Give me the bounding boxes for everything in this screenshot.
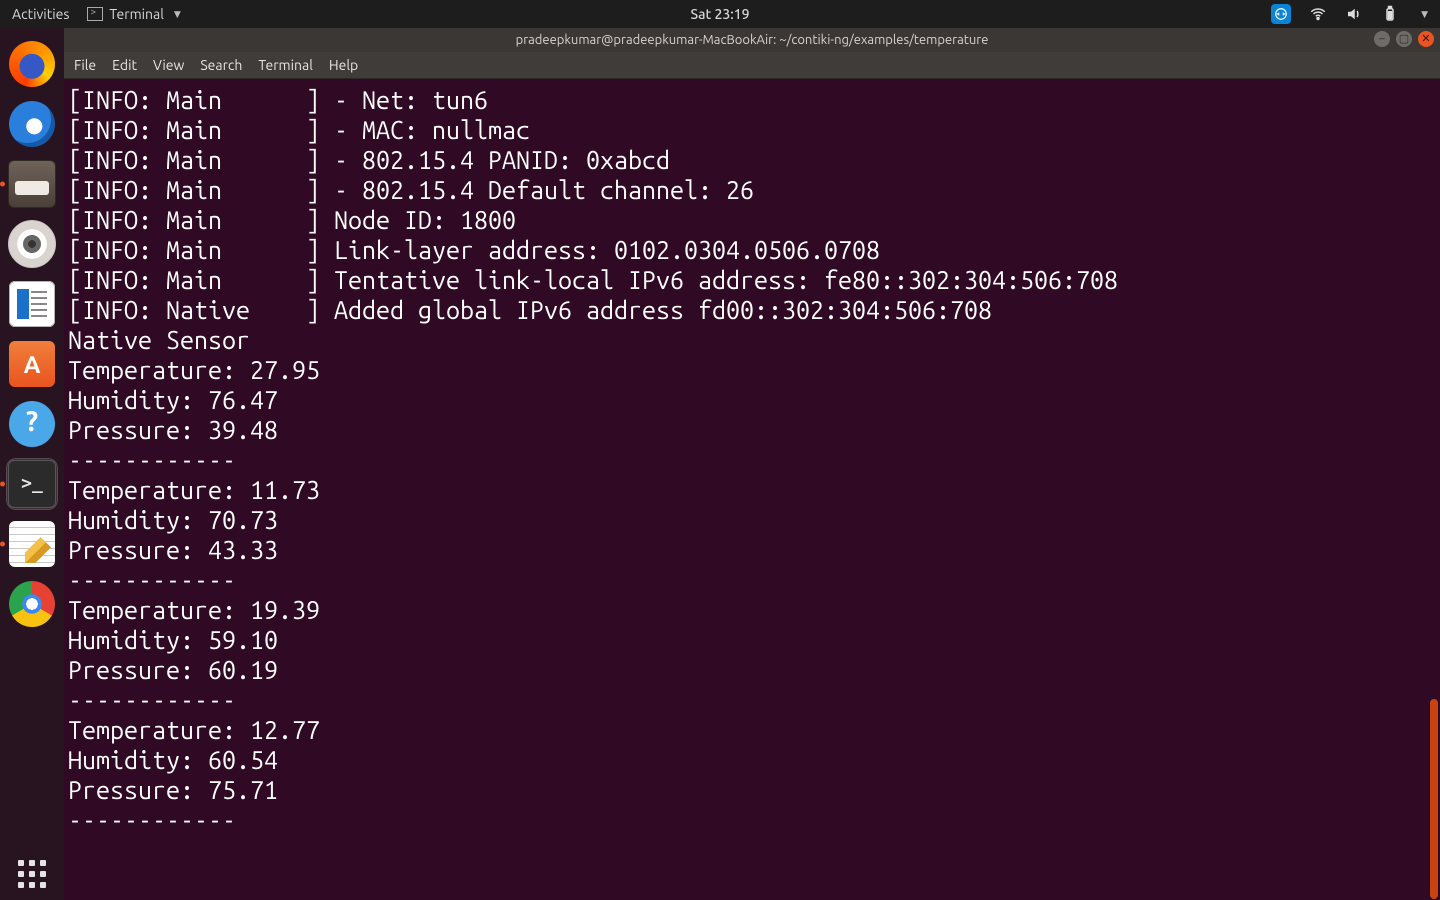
dock-text-editor[interactable]: [6, 518, 58, 570]
gnome-top-panel: Activities Terminal ▼ Sat 23:19 ▼: [0, 0, 1440, 28]
rhythmbox-icon: [8, 220, 56, 268]
dock-terminal[interactable]: [6, 458, 58, 510]
window-maximize-button[interactable]: ▢: [1396, 31, 1412, 47]
running-indicator-icon: [0, 482, 5, 487]
dock-ubuntu-software[interactable]: [6, 338, 58, 390]
dock-chrome[interactable]: [6, 578, 58, 630]
activities-button[interactable]: Activities: [12, 6, 69, 22]
terminal-icon: [8, 460, 56, 508]
firefox-icon: [9, 41, 55, 87]
window-titlebar[interactable]: pradeepkumar@pradeepkumar-MacBookAir: ~/…: [64, 28, 1440, 52]
running-indicator-icon: [0, 542, 5, 547]
text-editor-icon: [9, 521, 55, 567]
menu-search[interactable]: Search: [200, 57, 242, 73]
dock-files[interactable]: [6, 158, 58, 210]
menu-terminal[interactable]: Terminal: [258, 57, 313, 73]
running-indicator-icon: [0, 182, 5, 187]
system-menu-chevron-icon[interactable]: ▼: [1421, 9, 1428, 20]
ubuntu-dock: [0, 28, 64, 900]
terminal-icon: [87, 7, 103, 21]
dock-help[interactable]: [6, 398, 58, 450]
help-icon: [9, 401, 55, 447]
show-applications-button[interactable]: [18, 860, 46, 888]
dock-rhythmbox[interactable]: [6, 218, 58, 270]
thunderbird-icon: [9, 101, 55, 147]
chrome-icon: [9, 581, 55, 627]
menu-edit[interactable]: Edit: [112, 57, 137, 73]
dock-thunderbird[interactable]: [6, 98, 58, 150]
menu-help[interactable]: Help: [329, 57, 358, 73]
app-menu[interactable]: Terminal ▼: [87, 6, 180, 22]
terminal-menubar: File Edit View Search Terminal Help: [64, 52, 1440, 79]
battery-icon[interactable]: [1381, 5, 1399, 23]
menu-file[interactable]: File: [74, 57, 96, 73]
window-minimize-button[interactable]: –: [1374, 31, 1390, 47]
ubuntu-software-icon: [9, 341, 55, 387]
libreoffice-writer-icon: [9, 281, 55, 327]
teamviewer-indicator-icon[interactable]: [1271, 4, 1291, 24]
menu-view[interactable]: View: [153, 57, 184, 73]
files-icon: [8, 160, 56, 208]
window-close-button[interactable]: ✕: [1418, 31, 1434, 47]
app-menu-label: Terminal: [109, 6, 164, 22]
window-title: pradeepkumar@pradeepkumar-MacBookAir: ~/…: [516, 33, 989, 47]
dock-libreoffice-writer[interactable]: [6, 278, 58, 330]
terminal-window: pradeepkumar@pradeepkumar-MacBookAir: ~/…: [64, 28, 1440, 900]
clock[interactable]: Sat 23:19: [690, 6, 749, 22]
wifi-icon[interactable]: [1309, 5, 1327, 23]
dock-firefox[interactable]: [6, 38, 58, 90]
volume-icon[interactable]: [1345, 5, 1363, 23]
terminal-output[interactable]: [INFO: Main ] - Net: tun6 [INFO: Main ] …: [64, 79, 1440, 900]
chevron-down-icon: ▼: [174, 9, 181, 20]
